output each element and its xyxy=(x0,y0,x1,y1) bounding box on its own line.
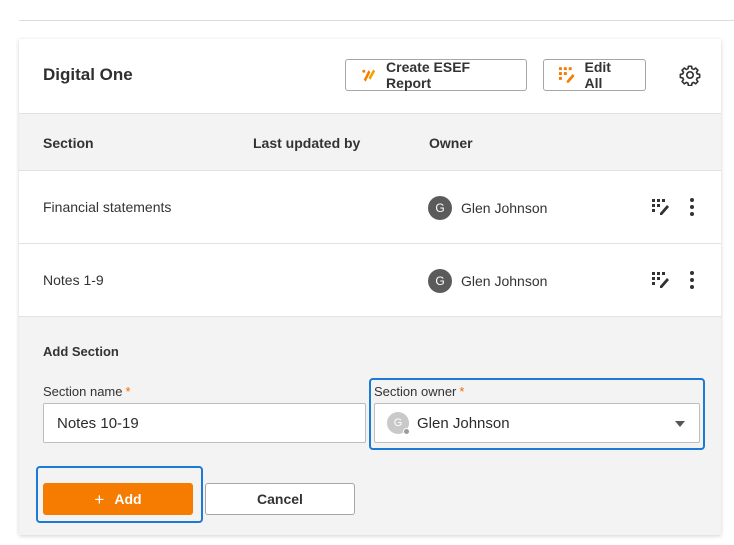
table-header: Section Last updated by Owner xyxy=(19,113,721,171)
add-button[interactable]: + Add xyxy=(43,483,193,515)
owner-cell: G Glen Johnson xyxy=(428,269,547,293)
avatar: G xyxy=(428,269,452,293)
add-section-panel: Add Section Section name * Notes 10-19 Se… xyxy=(19,317,721,535)
edit-grid-icon xyxy=(558,67,575,83)
page-title: Digital One xyxy=(43,65,133,84)
section-owner-select[interactable]: G Glen Johnson xyxy=(374,403,700,443)
edit-all-label: Edit All xyxy=(584,59,611,91)
edit-grid-icon[interactable] xyxy=(651,271,671,289)
avatar: G xyxy=(387,412,410,435)
column-header-owner: Owner xyxy=(429,135,473,151)
section-name-cell: Notes 1-9 xyxy=(43,272,104,288)
status-dot xyxy=(403,428,410,435)
chevron-down-icon[interactable] xyxy=(675,421,685,427)
cancel-button-label: Cancel xyxy=(257,491,303,507)
card-header: Digital One Create ESEF Report Edit All xyxy=(19,39,721,113)
edit-all-button[interactable]: Edit All xyxy=(543,59,646,91)
table-row[interactable]: Notes 1-9 G Glen Johnson xyxy=(19,244,721,317)
column-header-section: Section xyxy=(43,135,94,151)
section-name-value: Notes 10-19 xyxy=(57,414,139,432)
owner-name: Glen Johnson xyxy=(461,273,548,289)
required-mark: * xyxy=(459,384,465,399)
section-name-label: Section name * xyxy=(43,384,131,399)
section-owner-label: Section owner * xyxy=(374,384,464,399)
top-divider xyxy=(19,20,734,21)
plus-icon: + xyxy=(94,489,105,509)
owner-cell: G Glen Johnson xyxy=(428,196,547,220)
section-owner-value: Glen Johnson xyxy=(417,414,510,432)
avatar: G xyxy=(428,196,452,220)
gear-icon[interactable] xyxy=(679,64,701,86)
create-esef-report-label: Create ESEF Report xyxy=(386,59,471,91)
owner-name: Glen Johnson xyxy=(461,200,548,216)
add-button-label: Add xyxy=(114,491,142,507)
avatar-initial: G xyxy=(393,417,403,429)
cancel-button[interactable]: Cancel xyxy=(205,483,355,515)
column-header-last-updated-by: Last updated by xyxy=(253,135,361,151)
more-vertical-icon[interactable] xyxy=(685,269,699,291)
section-owner-label-text: Section owner xyxy=(374,384,457,399)
esef-report-icon xyxy=(362,69,376,82)
section-name-field[interactable]: Notes 10-19 xyxy=(43,403,366,443)
section-name-cell: Financial statements xyxy=(43,199,172,215)
edit-grid-icon[interactable] xyxy=(651,198,671,216)
section-name-label-text: Section name xyxy=(43,384,123,399)
add-section-title: Add Section xyxy=(43,344,119,359)
more-vertical-icon[interactable] xyxy=(685,196,699,218)
table-row[interactable]: Financial statements G Glen Johnson xyxy=(19,171,721,244)
required-mark: * xyxy=(125,384,131,399)
create-esef-report-button[interactable]: Create ESEF Report xyxy=(345,59,527,91)
section-card: Digital One Create ESEF Report Edit All xyxy=(19,39,721,535)
